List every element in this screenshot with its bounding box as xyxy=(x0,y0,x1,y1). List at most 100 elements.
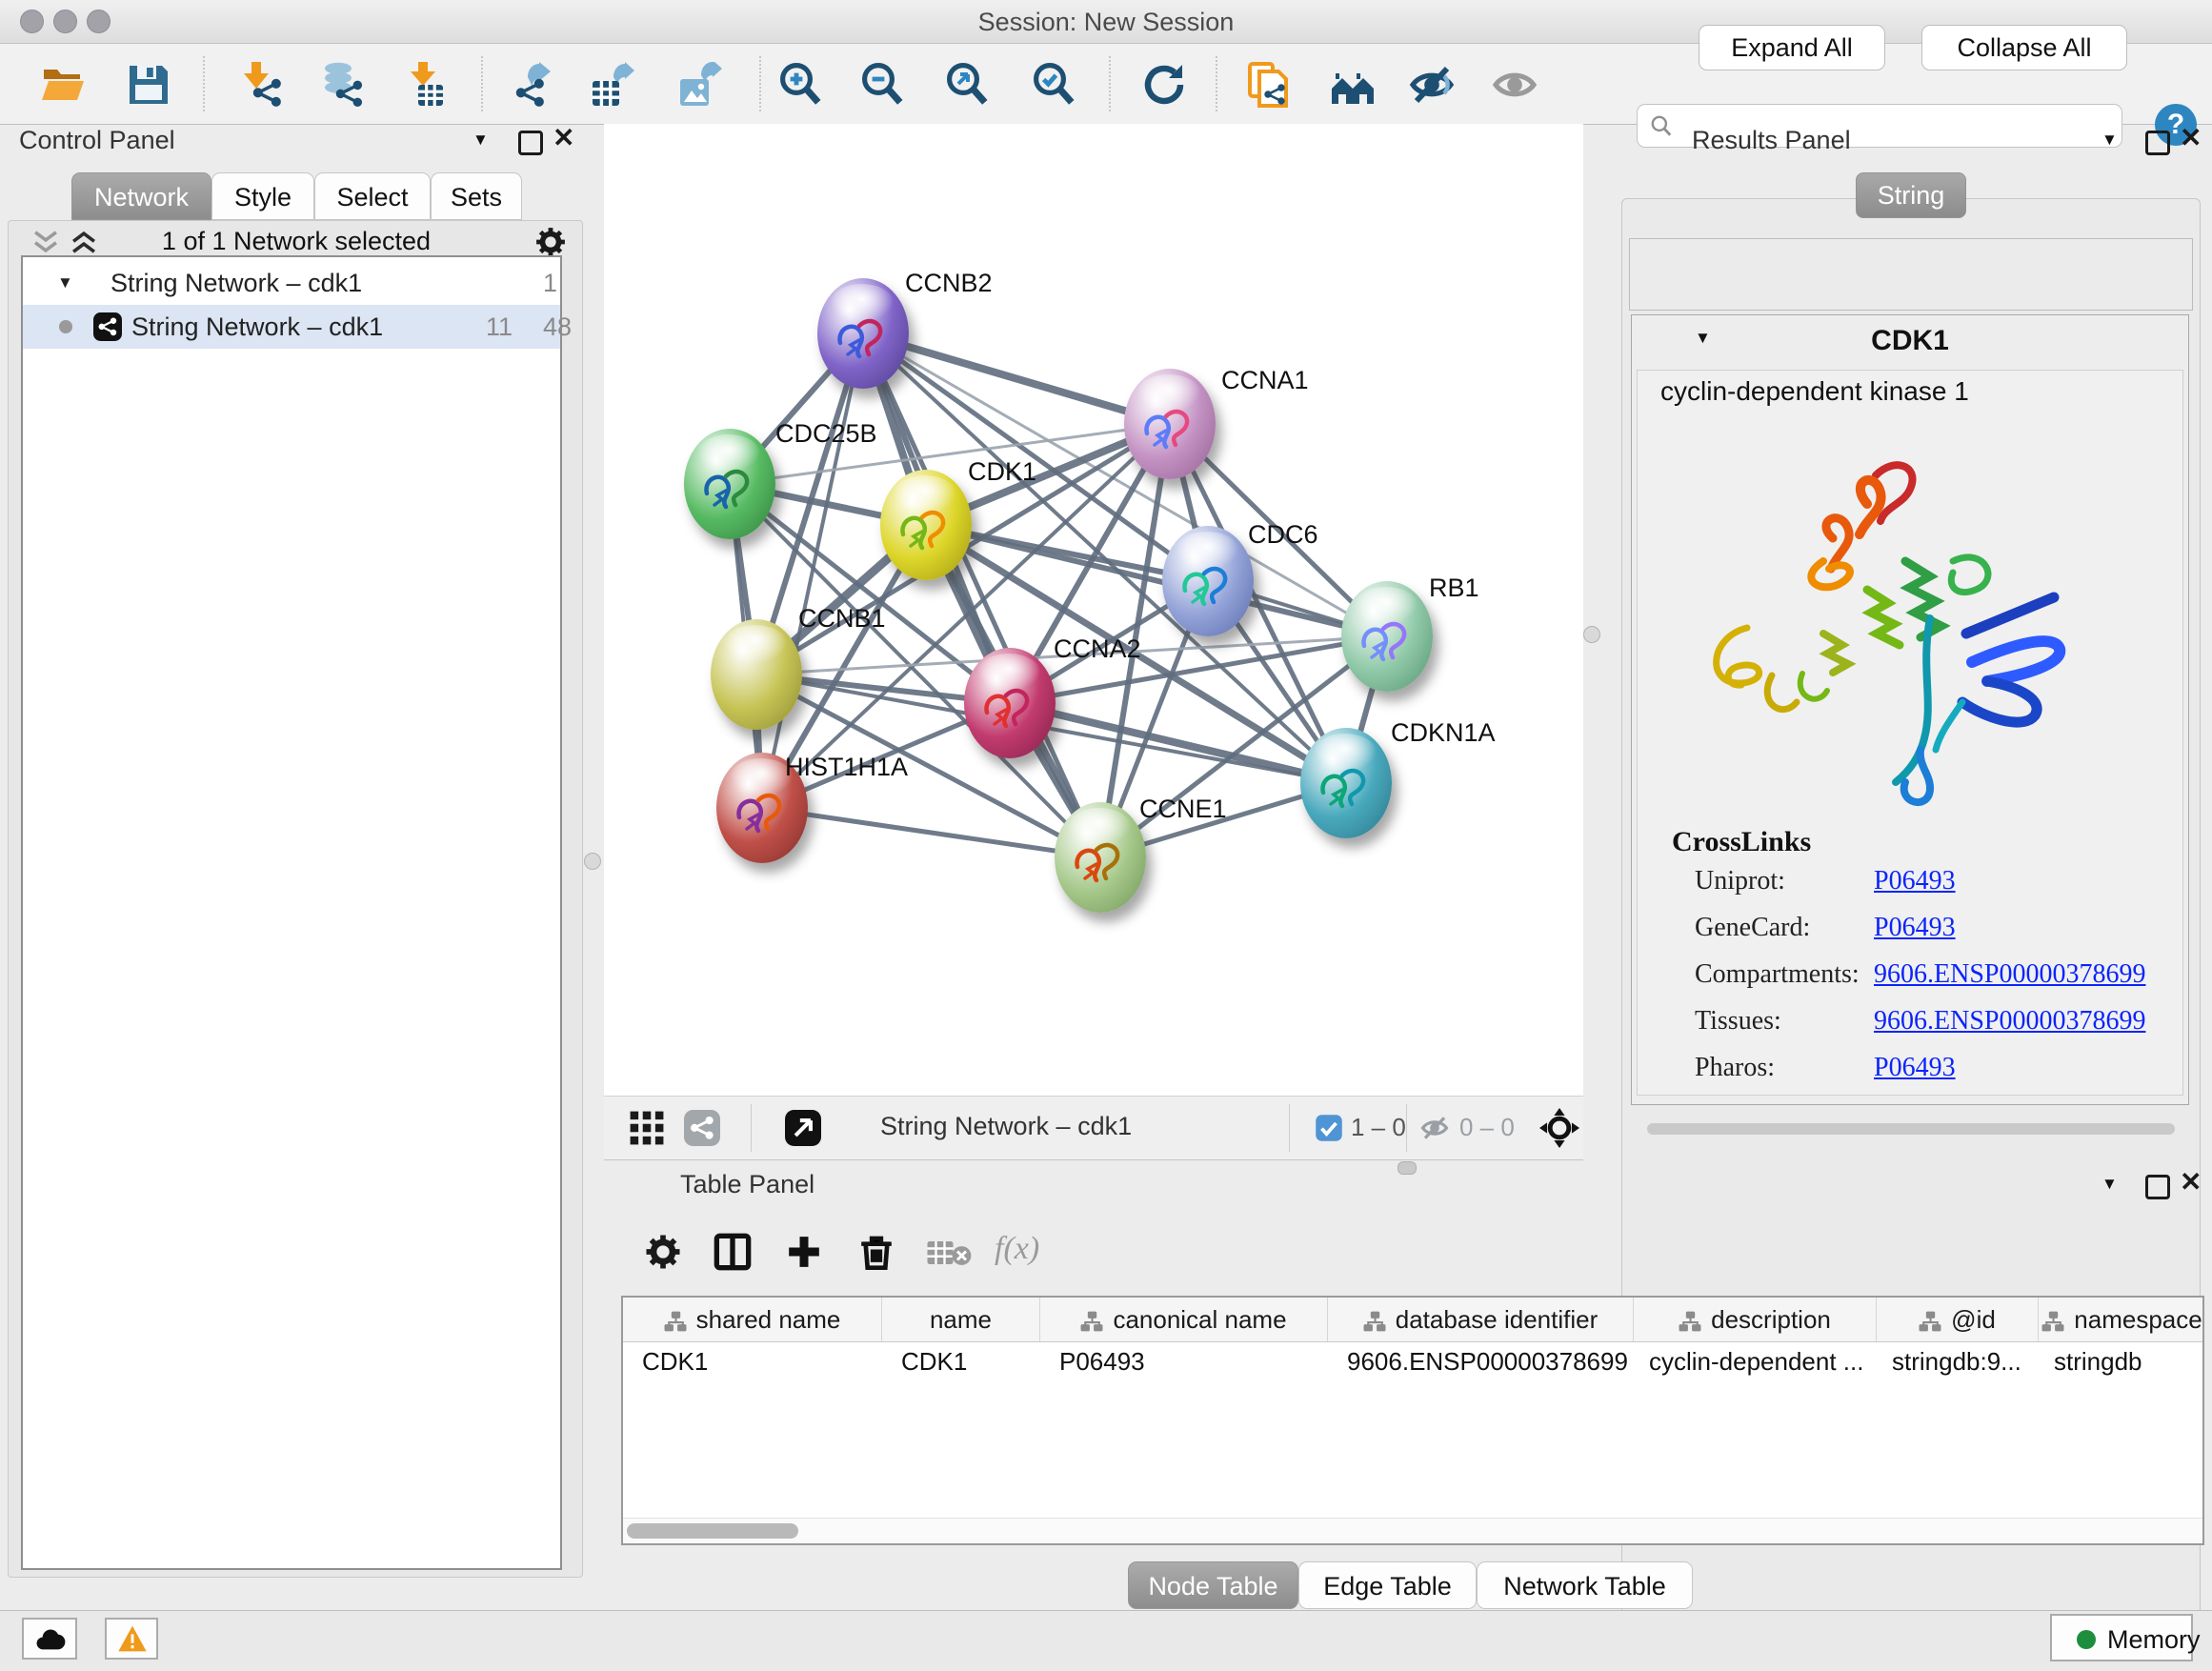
fit-content-crosshair-icon[interactable] xyxy=(1539,1108,1579,1148)
hidden-eye-slash-icon[interactable] xyxy=(1419,1114,1450,1142)
crosslink-link[interactable]: 9606.ENSP00000378699 xyxy=(1874,1006,2145,1037)
network-node-ccna1[interactable] xyxy=(1124,369,1216,479)
export-image-icon[interactable] xyxy=(676,62,722,108)
warning-icon xyxy=(117,1623,148,1654)
table-cell[interactable]: stringdb xyxy=(2039,1341,2204,1381)
table-options-gear-icon[interactable] xyxy=(644,1233,682,1271)
delete-column-icon[interactable] xyxy=(857,1233,895,1271)
crosslink-link[interactable]: P06493 xyxy=(1874,1053,1956,1083)
copy-documents-icon[interactable] xyxy=(1246,62,1292,108)
add-column-icon[interactable] xyxy=(785,1233,823,1271)
tab-edge-table[interactable]: Edge Table xyxy=(1298,1561,1477,1609)
grid-view-icon[interactable] xyxy=(629,1110,665,1146)
network-collection-row[interactable]: ▼ String Network – cdk1 1 xyxy=(23,261,560,305)
tab-select[interactable]: Select xyxy=(314,172,431,220)
warnings-button[interactable] xyxy=(105,1618,158,1660)
network-node-cdkn1a[interactable] xyxy=(1300,728,1392,838)
open-session-icon[interactable] xyxy=(40,62,86,108)
network-share-toggle-icon[interactable] xyxy=(684,1110,720,1146)
table-cell[interactable]: cyclin-dependent ... xyxy=(1634,1341,1877,1381)
export-network-icon[interactable] xyxy=(509,62,554,108)
results-scrollbar[interactable] xyxy=(1647,1123,2175,1135)
node-label-ccnb2: CCNB2 xyxy=(905,269,993,298)
right-splitter-handle[interactable] xyxy=(1583,626,1600,643)
collapse-all-button[interactable]: Collapse All xyxy=(1921,25,2127,70)
toolbar-separator xyxy=(203,56,205,111)
tab-network-table[interactable]: Network Table xyxy=(1477,1561,1693,1609)
refresh-layout-icon[interactable] xyxy=(1141,62,1187,108)
column-header-database-identifier[interactable]: database identifier xyxy=(1328,1298,1634,1341)
results-panel-close-icon[interactable]: ✕ xyxy=(2180,122,2202,153)
table-hscrollbar-track[interactable] xyxy=(623,1518,2202,1543)
network-node-cdc6[interactable] xyxy=(1162,526,1254,636)
left-splitter-handle[interactable] xyxy=(584,853,601,870)
result-gene-name: CDK1 xyxy=(1632,325,2188,357)
tab-style[interactable]: Style xyxy=(211,172,314,220)
table-cell[interactable]: P06493 xyxy=(1040,1341,1328,1381)
zoom-in-icon[interactable] xyxy=(777,62,823,108)
column-header-shared-name[interactable]: shared name xyxy=(623,1298,882,1341)
export-table-icon[interactable] xyxy=(589,62,634,108)
network-node-ccnb2[interactable] xyxy=(817,278,909,389)
table-hscrollbar-thumb[interactable] xyxy=(627,1523,798,1539)
network-node-cdc25b[interactable] xyxy=(684,429,775,539)
results-panel-menu-caret[interactable]: ▼ xyxy=(2101,131,2118,150)
zoom-out-icon[interactable] xyxy=(859,62,905,108)
network-node-ccnb1[interactable] xyxy=(711,619,802,730)
column-type-icon xyxy=(2041,1310,2064,1333)
crosslink-link[interactable]: 9606.ENSP00000378699 xyxy=(1874,959,2145,990)
results-panel-float-icon[interactable] xyxy=(2145,131,2170,155)
show-eye-icon[interactable] xyxy=(1492,62,1538,108)
tab-network[interactable]: Network xyxy=(71,172,211,220)
network-node-ccna2[interactable] xyxy=(964,648,1056,758)
network-options-gear-icon[interactable] xyxy=(534,226,567,258)
network-row[interactable]: String Network – cdk1 11 48 xyxy=(23,305,560,349)
table-cell[interactable]: CDK1 xyxy=(882,1341,1040,1381)
horizontal-splitter-handle[interactable] xyxy=(1398,1161,1417,1175)
node-label-cdk1: CDK1 xyxy=(968,457,1036,487)
expand-all-button[interactable]: Expand All xyxy=(1699,25,1885,70)
tree-expand-caret-icon[interactable]: ▼ xyxy=(57,261,73,305)
network-view-canvas[interactable]: CCNB2CCNA1CDC25BCDK1CDC6RB1CCNB1CCNA2CDK… xyxy=(604,124,1583,1096)
table-panel-menu-caret[interactable]: ▼ xyxy=(2101,1175,2118,1194)
column-header-description[interactable]: description xyxy=(1634,1298,1877,1341)
zoom-selected-icon[interactable] xyxy=(1031,62,1076,108)
network-node-cdk1[interactable] xyxy=(880,470,972,580)
apply-function-button[interactable]: f(x) xyxy=(995,1231,1039,1267)
network-node-ccne1[interactable] xyxy=(1055,802,1146,913)
cloud-button[interactable] xyxy=(22,1618,77,1660)
table-cell[interactable]: CDK1 xyxy=(623,1341,882,1381)
home-networks-icon[interactable] xyxy=(1330,62,1376,108)
hide-unhide-icon[interactable] xyxy=(1409,62,1455,108)
selected-checkbox-icon[interactable] xyxy=(1315,1114,1343,1142)
zoom-fit-icon[interactable] xyxy=(944,62,990,108)
import-network-icon[interactable] xyxy=(236,62,282,108)
control-panel-menu-caret[interactable]: ▼ xyxy=(473,131,489,150)
memory-button[interactable]: Memory xyxy=(2050,1614,2193,1661)
protein-structure-image xyxy=(1680,447,2071,828)
column-header-name[interactable]: name xyxy=(882,1298,1040,1341)
table-cell[interactable]: 9606.ENSP00000378699 xyxy=(1328,1341,1634,1381)
column-header-@id[interactable]: @id xyxy=(1877,1298,2039,1341)
table-panel-float-icon[interactable] xyxy=(2145,1175,2170,1199)
import-network-from-database-icon[interactable] xyxy=(317,62,363,108)
delete-table-icon[interactable] xyxy=(926,1238,972,1267)
control-panel-float-icon[interactable] xyxy=(518,131,543,155)
birdseye-view-icon[interactable] xyxy=(785,1110,821,1146)
crosslink-link[interactable]: P06493 xyxy=(1874,913,1956,943)
import-table-icon[interactable] xyxy=(401,62,447,108)
network-edge[interactable] xyxy=(762,333,863,808)
network-node-rb1[interactable] xyxy=(1341,581,1433,692)
result-gene-description: cyclin-dependent kinase 1 xyxy=(1660,376,1969,407)
tab-string[interactable]: String xyxy=(1856,172,1966,218)
control-panel-close-icon[interactable]: ✕ xyxy=(553,122,574,153)
column-header-namespace[interactable]: namespace xyxy=(2039,1298,2204,1341)
save-session-icon[interactable] xyxy=(126,62,171,108)
column-header-canonical-name[interactable]: canonical name xyxy=(1040,1298,1328,1341)
table-cell[interactable]: stringdb:9... xyxy=(1877,1341,2039,1381)
tab-node-table[interactable]: Node Table xyxy=(1128,1561,1298,1609)
tab-sets[interactable]: Sets xyxy=(431,172,522,220)
show-columns-icon[interactable] xyxy=(713,1233,753,1271)
crosslink-link[interactable]: P06493 xyxy=(1874,866,1956,896)
table-panel-close-icon[interactable]: ✕ xyxy=(2180,1166,2202,1198)
